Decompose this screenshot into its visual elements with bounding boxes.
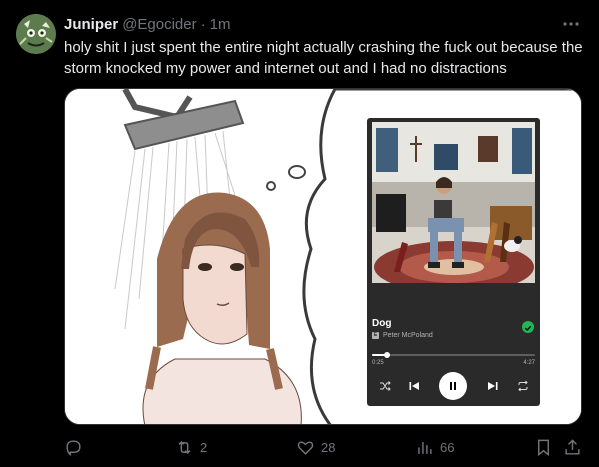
artist-line[interactable]: E Peter McPoland xyxy=(372,332,433,339)
tweet-text: holy shit I just spent the entire night … xyxy=(64,39,583,77)
bookmark-icon xyxy=(538,439,549,456)
elapsed-time: 0:25 xyxy=(372,360,384,366)
tweet-header: Juniper @Egocider · 1m xyxy=(64,14,230,34)
share-icon xyxy=(565,438,580,455)
track-duration: 4:27 xyxy=(523,360,535,366)
share-button[interactable] xyxy=(563,436,582,458)
like-count: 28 xyxy=(321,439,336,455)
explicit-badge: E xyxy=(372,332,379,339)
reply-button[interactable] xyxy=(64,436,83,458)
shuffle-icon[interactable] xyxy=(375,372,395,400)
song-title[interactable]: Dog xyxy=(372,318,391,329)
user-handle[interactable]: @Egocider xyxy=(122,16,196,33)
retweet-button[interactable]: 2 xyxy=(175,436,207,458)
views-button[interactable]: 66 xyxy=(415,436,454,458)
next-track-icon[interactable] xyxy=(483,372,503,400)
analytics-icon xyxy=(418,441,432,454)
artist-name[interactable]: Peter McPoland xyxy=(383,332,433,339)
reply-icon xyxy=(66,439,81,456)
liked-check-icon[interactable] xyxy=(522,321,534,333)
progress-handle[interactable] xyxy=(384,352,391,358)
album-cover xyxy=(372,122,535,283)
retweet-icon xyxy=(178,440,191,454)
tweet-action-bar: 2 28 66 xyxy=(64,436,584,458)
separator-dot: · xyxy=(200,15,206,33)
tweet-media[interactable]: Dog E Peter McPoland 0:25 4:27 xyxy=(64,88,582,425)
retweet-count: 2 xyxy=(200,439,208,455)
progress-bar[interactable] xyxy=(372,352,535,358)
timestamp[interactable]: 1m xyxy=(210,16,231,33)
music-player-card[interactable]: Dog E Peter McPoland 0:25 4:27 xyxy=(367,118,540,406)
like-button[interactable]: 28 xyxy=(296,436,335,458)
bookmark-button[interactable] xyxy=(534,436,553,458)
view-count: 66 xyxy=(440,439,455,455)
avatar[interactable] xyxy=(16,14,56,54)
display-name[interactable]: Juniper xyxy=(64,16,118,33)
heart-icon xyxy=(297,440,314,455)
pause-button[interactable] xyxy=(439,372,467,400)
more-options-icon[interactable] xyxy=(561,14,581,34)
repeat-icon[interactable] xyxy=(513,372,533,400)
previous-track-icon[interactable] xyxy=(404,372,424,400)
